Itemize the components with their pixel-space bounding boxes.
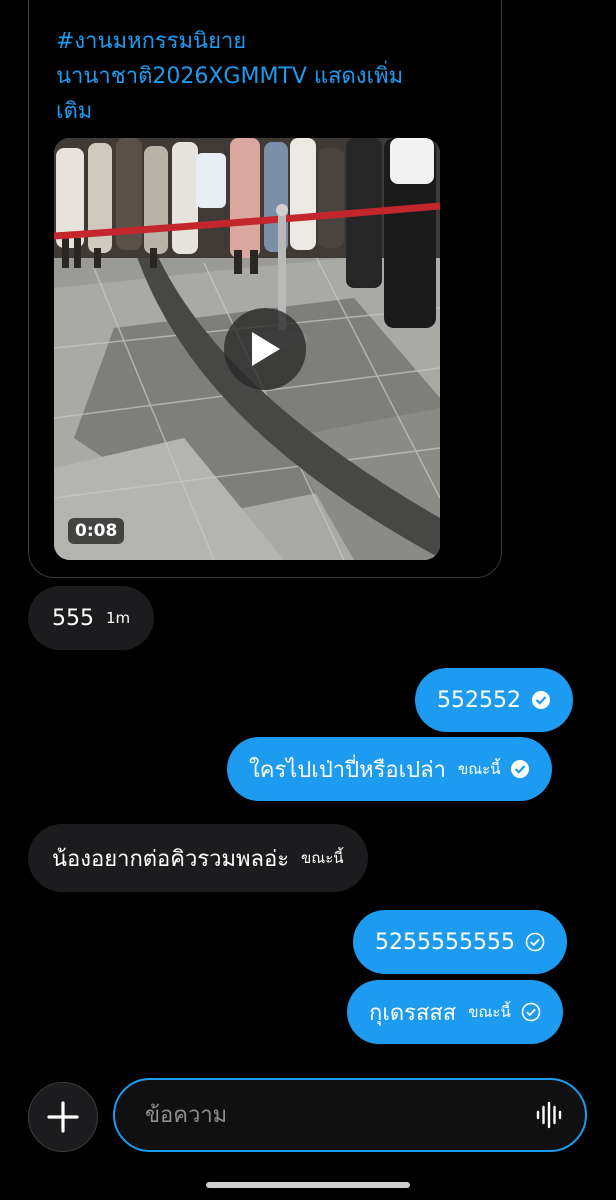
message-text: ใครไปเป่าปี่หรือเปล่า xyxy=(249,757,446,783)
message-bubble-outgoing[interactable]: ใครไปเป่าปี่หรือเปล่า ขณะนี้ xyxy=(227,737,553,801)
message-input[interactable] xyxy=(143,1101,535,1129)
play-button[interactable] xyxy=(224,308,306,390)
message-bubble-incoming[interactable]: 555 1m xyxy=(28,586,155,650)
message-bubble-outgoing[interactable]: 552552 xyxy=(415,668,573,732)
message-bubble-outgoing[interactable]: กุเดรสสส ขณะนี้ xyxy=(347,980,563,1044)
add-attachment-button[interactable] xyxy=(28,1082,98,1152)
message-composer[interactable] xyxy=(113,1078,587,1152)
hashtag-line-2[interactable]: นานาชาติ2026XGMMTV แสดงเพิ่ม xyxy=(56,59,456,94)
read-check-icon xyxy=(510,759,530,779)
message-time: ขณะนี้ xyxy=(301,849,344,867)
video-thumbnail[interactable]: 0:08 xyxy=(54,138,440,560)
message-bubble-incoming[interactable]: น้องอยากต่อคิวรวมพลอ่ะ ขณะนี้ xyxy=(28,824,368,892)
message-text: น้องอยากต่อคิวรวมพลอ่ะ xyxy=(52,846,290,872)
read-check-icon xyxy=(531,690,551,710)
message-time: 1m xyxy=(106,609,131,627)
message-text: 555 xyxy=(52,605,94,631)
video-duration-badge: 0:08 xyxy=(68,518,125,544)
plus-icon xyxy=(47,1101,79,1133)
voice-message-button[interactable] xyxy=(535,1101,563,1129)
message-text: กุเดรสสส xyxy=(369,1000,457,1026)
post-hashtag[interactable]: #งานมหกรรมนิยาย นานาชาติ2026XGMMTV แสดงเ… xyxy=(56,24,456,129)
hashtag-line-3[interactable]: เติม xyxy=(56,94,456,129)
home-indicator[interactable] xyxy=(206,1182,410,1188)
message-time: ขณะนี้ xyxy=(457,760,501,778)
message-text: 552552 xyxy=(437,687,521,713)
sent-check-icon xyxy=(521,1002,541,1022)
play-icon xyxy=(252,332,280,366)
voice-icon xyxy=(536,1101,562,1129)
message-time: ขณะนี้ xyxy=(468,1003,511,1021)
hashtag-line-1[interactable]: #งานมหกรรมนิยาย xyxy=(56,24,456,59)
message-bubble-outgoing[interactable]: 5255555555 xyxy=(353,910,567,974)
message-text: 5255555555 xyxy=(375,929,515,955)
sent-check-icon xyxy=(525,932,545,952)
